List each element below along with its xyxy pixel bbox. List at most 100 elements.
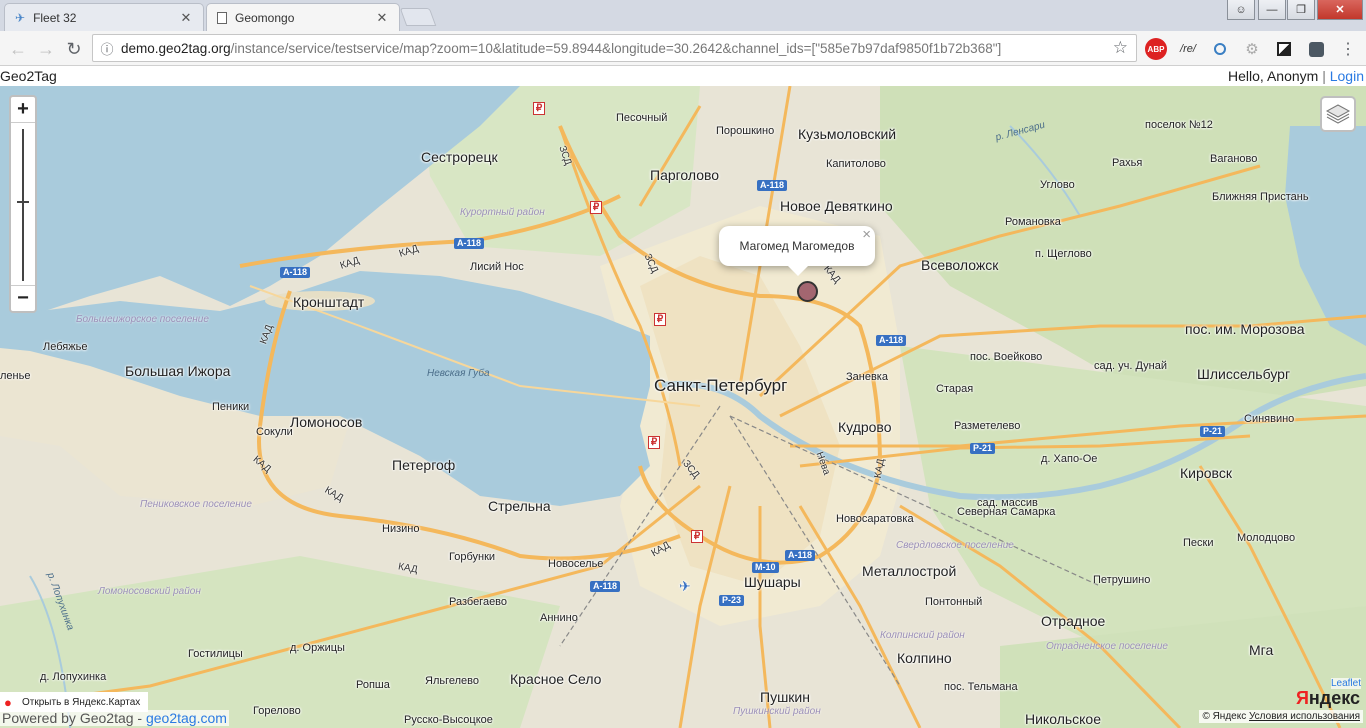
toll-road-icon: ₽ [691,530,703,543]
map-marker[interactable] [797,281,818,302]
drive-extension-icon[interactable] [1209,38,1231,60]
powered-by-text: Powered by Geo2tag - [2,710,146,726]
restore-button[interactable]: ❐ [1287,0,1315,20]
eye-extension-icon[interactable] [1305,38,1327,60]
url-path: /instance/service/testservice/map?zoom=1… [230,40,1002,56]
tab-label: Geomongo [235,10,295,25]
place-label: Кузьмоловский [798,126,897,142]
road-shield: A-118 [590,581,621,592]
login-link[interactable]: Login [1330,68,1364,84]
new-tab-button[interactable] [399,8,437,26]
address-bar[interactable]: ⓘ demo.geo2tag.org /instance/service/tes… [92,34,1137,62]
place-label: пос. им. Морозова [1185,321,1305,337]
place-label: Лисий Нос [470,261,524,273]
place-label: Мга [1249,642,1274,658]
region-label: Ломоносовский район [98,586,201,597]
tab-fleet32[interactable]: ✈ Fleet 32 ✕ [4,3,204,31]
region-label: Пениковское поселение [140,499,252,510]
close-tab-icon[interactable]: ✕ [375,10,389,25]
copyright-text: © Яндекс [1202,711,1247,722]
close-window-button[interactable]: ✕ [1317,0,1363,20]
region-label: Пушкинский район [733,706,821,717]
place-label: Лебяжье [43,341,88,353]
zoom-out-button[interactable]: − [11,285,35,311]
airport-icon: ✈ [679,578,691,594]
app-brand: Geo2Tag [0,68,57,84]
place-label: Кудрово [838,419,892,435]
bookmark-star-icon[interactable]: ☆ [1113,38,1128,58]
place-label: Кировск [1180,465,1232,481]
layers-button[interactable] [1320,96,1356,132]
place-label: Романовка [1005,216,1061,228]
region-label: Отрадненское поселение [1046,641,1168,652]
place-label: Синявино [1244,413,1295,425]
separator: | [1322,68,1326,84]
popup-text: Магомед Магомедов [739,239,855,253]
re-extension-icon[interactable]: /re/ [1177,38,1199,60]
yandex-open-label: Открыть в Яндекс.Картах [22,696,141,708]
place-label: Ломоносов [290,414,363,430]
toll-road-icon: ₽ [590,201,602,214]
toll-road-icon: ₽ [533,102,545,115]
place-label: Санкт-Петербург [654,376,788,395]
page-icon [217,11,227,24]
zoom-slider-track[interactable] [22,129,24,281]
place-label: Разбегаево [449,596,508,608]
place-label: Пушкин [760,689,810,705]
square-extension-icon[interactable] [1273,38,1295,60]
place-label: Кронштадт [293,294,365,310]
yandex-logo: Яндекс [1296,688,1360,709]
place-label: Металлострой [862,563,957,579]
place-label: Яльгелево [425,675,479,687]
tab-geomongo[interactable]: Geomongo ✕ [206,3,400,31]
map-canvas[interactable]: Невская Губа р. Ленсари р. Лопухинка Кур… [0,86,1366,728]
geo2tag-link[interactable]: geo2tag.com [146,710,227,726]
yandex-logo-rest: ндекс [1308,688,1360,708]
place-label: Парголово [650,167,720,183]
road-shield: A-118 [785,550,816,561]
zoom-slider-handle[interactable] [17,201,29,203]
place-label: Ближняя Пристань [1212,191,1309,203]
place-label: Новосаратовка [836,513,914,525]
user-profile-button[interactable]: ☺ [1227,0,1255,20]
place-label: Всеволожск [921,257,999,273]
adblock-plus-icon[interactable]: ABP [1145,38,1167,60]
gear-extension-icon[interactable]: ⚙ [1241,38,1263,60]
browser-menu-icon[interactable]: ⋮ [1337,38,1359,60]
place-label: Отрадное [1041,613,1106,629]
place-label: Русско-Высоцкое [404,714,493,726]
popup-close-button[interactable]: × [862,226,871,243]
region-label: Большеижорское поселение [76,314,209,325]
place-label: поселок №12 [1145,119,1213,131]
close-tab-icon[interactable]: ✕ [179,10,193,25]
place-label: Шлиссельбург [1197,366,1291,382]
reload-icon[interactable]: ↻ [62,37,86,61]
place-label: ленье [0,370,31,382]
user-area: Hello, Anonym | Login [1228,68,1364,84]
place-label: Красное Село [510,671,602,687]
road-shield: A-118 [876,335,907,346]
region-label: Свердловское поселение [896,540,1014,551]
back-arrow-icon[interactable]: ← [6,37,30,61]
app-header: Geo2Tag Hello, Anonym | Login [0,67,1366,86]
marker-popup: Магомед Магомедов × [719,226,875,276]
place-label: Горбунки [449,551,496,563]
region-label: Курортный район [460,207,545,218]
place-label: Молодцово [1237,532,1296,544]
place-label: пос. Тельмана [944,681,1018,693]
info-icon[interactable]: ⓘ [93,39,121,58]
terms-link[interactable]: Условия использования [1249,711,1360,722]
place-label: п. Щеглово [1035,248,1092,260]
road-shield: M-10 [752,562,779,573]
place-label: Пеники [212,401,250,413]
zoom-in-button[interactable]: + [11,97,35,123]
open-in-yandex-maps-button[interactable]: ● Открыть в Яндекс.Картах [0,692,149,712]
place-label: Сокули [256,426,293,438]
minimize-button[interactable]: — [1258,0,1286,20]
zoom-control: + − [9,95,37,313]
forward-arrow-icon[interactable]: → [34,37,58,61]
place-label: Ваганово [1210,153,1258,165]
place-label: Углово [1040,179,1075,191]
greeting-text: Hello, Anonym [1228,68,1319,84]
place-label: Петрушино [1093,574,1151,586]
